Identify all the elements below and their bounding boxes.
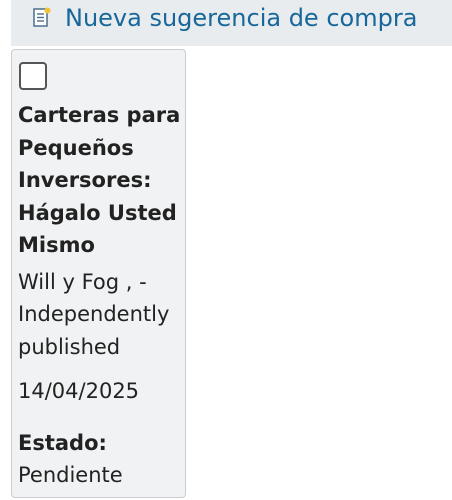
title-line: Pequeños [18, 135, 134, 160]
toolbar: Nueva sugerencia de compra [11, 0, 452, 46]
suggestion-title: Carteras para Pequeños Inversores: Hágal… [18, 99, 185, 262]
select-checkbox[interactable] [19, 62, 47, 90]
new-purchase-suggestion-link[interactable]: Nueva sugerencia de compra [11, 4, 417, 33]
suggestion-card: Carteras para Pequeños Inversores: Hágal… [11, 49, 186, 498]
new-purchase-suggestion-label: Nueva sugerencia de compra [65, 4, 418, 32]
status-value: Pendiente [18, 463, 123, 487]
author-line: Will y Fog , - [18, 269, 147, 294]
new-document-icon [31, 7, 53, 29]
status-label: Estado: [18, 430, 107, 455]
page: Nueva sugerencia de compra Carteras para… [0, 0, 452, 500]
title-line: Mismo [18, 233, 95, 257]
publisher-line: published [18, 334, 121, 359]
suggestion-date: 14/04/2025 [18, 379, 140, 403]
author-publisher: Will y Fog , - Independently published [18, 266, 185, 364]
title-line: Inversores: [18, 168, 152, 192]
title-line: Hágalo Usted [18, 200, 177, 225]
title-line: Carteras para [18, 103, 181, 127]
publisher-line: Independently [18, 302, 170, 326]
